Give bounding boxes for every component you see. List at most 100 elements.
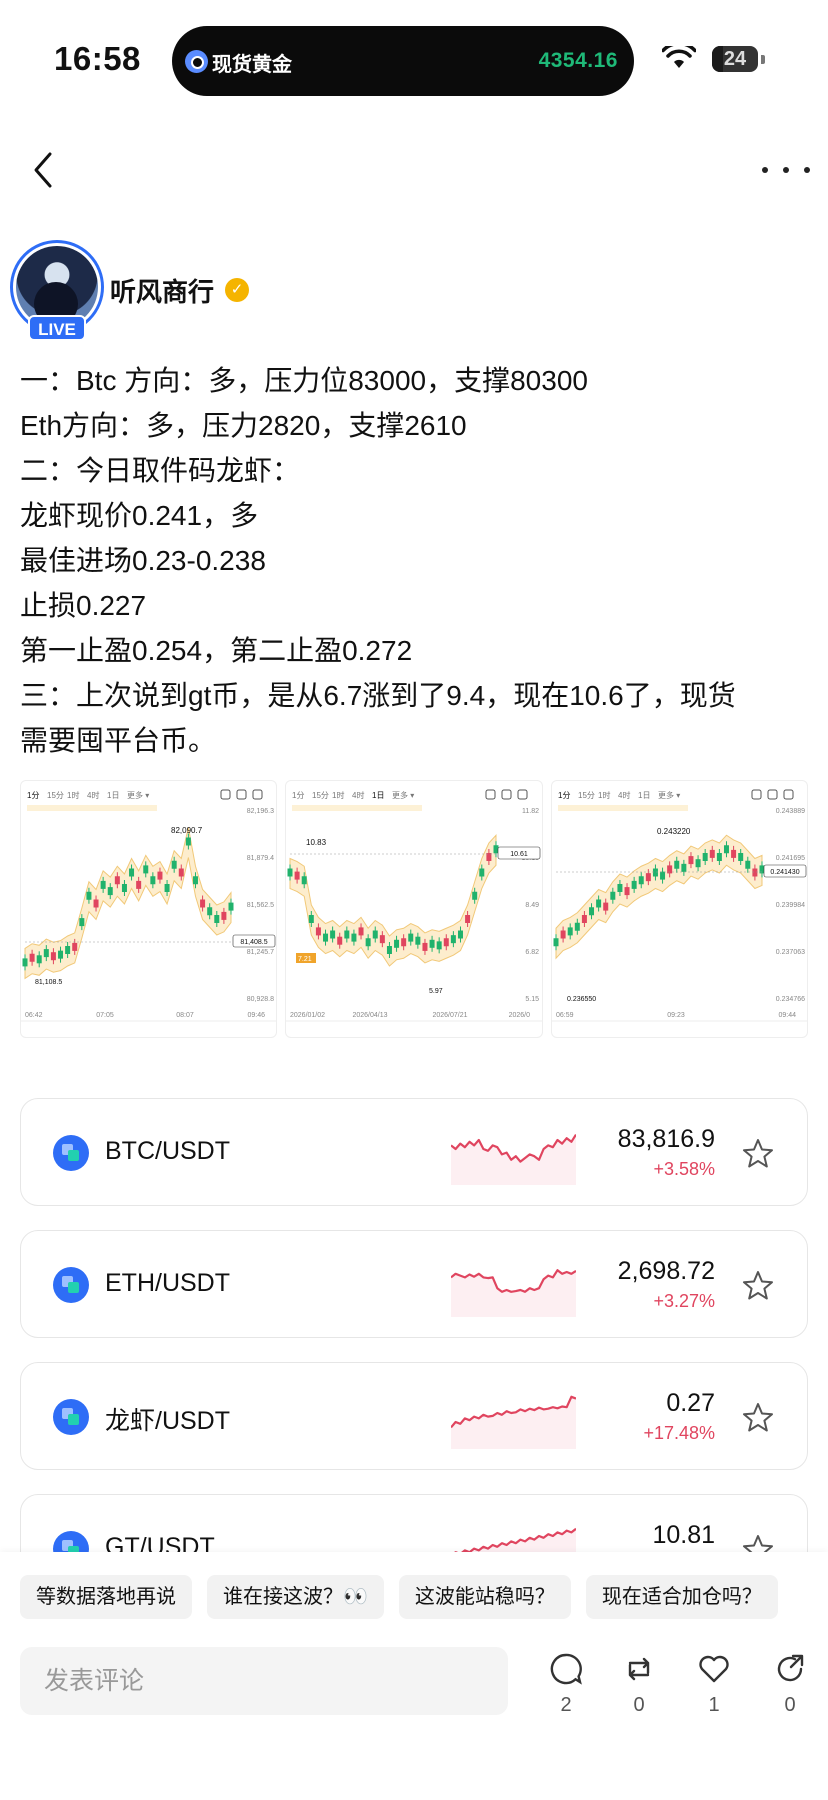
quick-reply-chip[interactable]: 等数据落地再说	[20, 1575, 192, 1619]
candle	[617, 884, 623, 892]
candle	[294, 871, 300, 880]
chart-tab: 1时	[332, 790, 344, 800]
comment-count: 2	[560, 1694, 572, 1716]
comment-action[interactable]: 2	[536, 1652, 596, 1717]
dot-icon	[783, 167, 789, 173]
candle	[22, 958, 28, 967]
candle	[394, 939, 400, 948]
candle	[659, 871, 665, 880]
chart-tab: 15分	[578, 791, 595, 800]
indicator-bar	[557, 805, 688, 811]
battery-level	[712, 46, 724, 72]
chart-tool-icon	[485, 789, 496, 800]
candle	[688, 856, 694, 865]
x-tick-label: 06:42	[25, 1012, 43, 1019]
chart-tab: 1日	[638, 791, 650, 800]
quick-reply-chip[interactable]: 这波能站稳吗？	[398, 1575, 571, 1619]
share-action[interactable]: 0	[760, 1652, 820, 1717]
candle	[50, 952, 56, 961]
candle	[100, 880, 106, 889]
island-price: 4354.16	[538, 49, 618, 72]
post-line: 二：今日取件码龙虾：	[20, 455, 301, 486]
comment-icon	[550, 1653, 582, 1685]
author-name[interactable]: 听风商行	[110, 272, 214, 309]
chart-tool-icon	[751, 789, 762, 800]
candle	[136, 880, 142, 889]
candle	[107, 887, 113, 896]
status-bar: 16:58 现货黄金 4354.16 24	[0, 0, 828, 110]
candle	[143, 865, 149, 874]
chart-tab: 4时	[87, 790, 99, 800]
pair-name: ETH/USDT	[105, 1269, 230, 1297]
kline-chart: 1分 15分 1时 4时 1日 更多 ▾ 0.243889 0.241695 0.239984 0…	[551, 789, 807, 1022]
favorite-star-icon[interactable]	[741, 1269, 775, 1303]
sparkline-chart	[451, 1269, 576, 1317]
candle	[207, 907, 213, 916]
sparkline-chart	[451, 1134, 576, 1185]
candle	[479, 868, 485, 877]
candle	[702, 853, 708, 861]
verified-badge-icon: ✓	[225, 278, 249, 302]
candle	[609, 891, 615, 900]
market-card[interactable]: 龙虾/USDT 0.27 +17.48%	[20, 1362, 808, 1470]
chart-tab: 更多 ▾	[127, 790, 149, 800]
x-tick-label: 09:44	[778, 1012, 796, 1019]
post-content: 一：Btc 方向：多，压力位83000，支撑80300 Eth方向：多，压力282…	[20, 358, 820, 763]
price-change: +17.48%	[643, 1423, 715, 1443]
y-tick-label: 81,562.5	[247, 902, 274, 909]
candle	[444, 938, 450, 947]
x-tick-label: 08:07	[176, 1012, 194, 1019]
candle	[72, 942, 78, 951]
candle	[221, 911, 227, 920]
candle	[638, 876, 644, 885]
repost-action[interactable]: 0	[609, 1652, 669, 1717]
favorite-star-icon[interactable]	[741, 1137, 775, 1171]
candle	[652, 868, 658, 877]
chart-image[interactable]: 1分15分1时4时1日更多 ▾11.8210.158.496.825.15202…	[285, 780, 543, 1038]
candle	[574, 922, 580, 931]
share-count: 0	[784, 1694, 796, 1716]
candle	[422, 942, 428, 951]
candle	[79, 918, 85, 927]
chart-tool-icon	[501, 789, 512, 800]
candle	[36, 955, 42, 964]
y-tick-label: 6.82	[526, 949, 540, 956]
y-tick-label: 81,245.7	[247, 949, 274, 956]
candle	[408, 933, 414, 942]
live-badge[interactable]: LIVE	[28, 315, 86, 341]
candle	[560, 930, 566, 939]
candle	[451, 935, 457, 944]
candle	[302, 876, 308, 885]
market-card[interactable]: BTC/USDT 83,816.9 +3.58%	[20, 1098, 808, 1206]
battery-icon: 24	[712, 46, 758, 72]
candle	[330, 930, 336, 939]
battery-cap	[761, 55, 765, 64]
kline-chart: 1分15分1时4时1日更多 ▾11.8210.158.496.825.15202…	[286, 789, 542, 1022]
candle	[624, 887, 630, 896]
favorite-star-icon[interactable]	[741, 1401, 775, 1435]
quick-reply-chip[interactable]: 现在适合加仓吗？	[585, 1575, 778, 1619]
more-options-button[interactable]	[762, 160, 810, 180]
chart-image[interactable]: 1分 15分 1时 4时 1日 更多 ▾ 82,196.3 81,879.4 81,562.5 8…	[20, 780, 278, 1038]
market-card[interactable]: ETH/USDT 2,698.72 +3.27%	[20, 1230, 808, 1338]
candle	[595, 899, 601, 908]
sparkline-area	[451, 1396, 576, 1449]
comment-input[interactable]	[20, 1647, 508, 1715]
back-button[interactable]	[24, 148, 64, 192]
like-action[interactable]: 1	[684, 1652, 744, 1717]
quick-reply-chip[interactable]: 谁在接这波？👀	[207, 1575, 384, 1619]
x-tick-label: 2026/07/21	[433, 1012, 468, 1019]
candle	[323, 933, 329, 942]
candle	[150, 876, 156, 885]
x-tick-label: 06:59	[556, 1012, 574, 1019]
dynamic-island-ticker[interactable]: 现货黄金 4354.16	[172, 26, 634, 96]
y-tick-label: 5.15	[526, 996, 540, 1003]
post-line: Eth方向：多，压力2820，支撑2610	[20, 410, 467, 441]
candle	[157, 871, 163, 880]
chart-image[interactable]: 1分 15分 1时 4时 1日 更多 ▾ 0.243889 0.241695 0.239984 0…	[550, 780, 808, 1038]
candle	[401, 938, 407, 947]
candle	[458, 930, 464, 939]
current-price-label: 10.61	[511, 851, 529, 858]
chart-tab: 15分	[47, 791, 64, 800]
coin-icon	[53, 1399, 89, 1435]
